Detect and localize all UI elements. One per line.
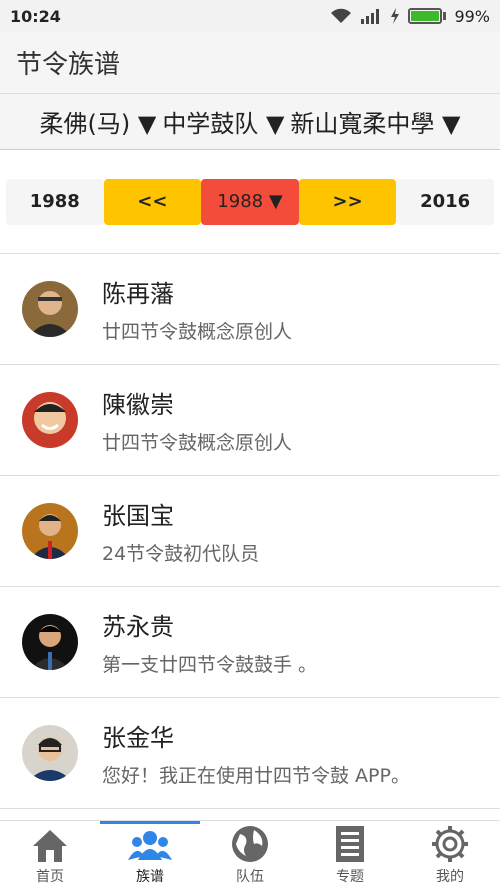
avatar [22, 281, 78, 337]
status-time: 10:24 [10, 6, 61, 26]
tab-mine-label: 我的 [436, 869, 464, 885]
gear-icon [432, 826, 468, 862]
current-year-dropdown[interactable]: 1988 ▼ [201, 178, 299, 225]
list-item[interactable]: 张金华 您好！我正在使用廿四节令鼓 APP。 [0, 698, 500, 809]
app-bar: 节令族谱 [0, 32, 500, 94]
person-name: 陈再藩 [102, 280, 174, 308]
person-desc: 第一支廿四节令鼓鼓手 。 [102, 654, 318, 676]
avatar [22, 503, 78, 559]
breadcrumb-category[interactable]: 中学鼓队 ▼ [162, 104, 284, 139]
prev-year-button[interactable]: << [103, 178, 202, 225]
tab-home[interactable]: 首页 [0, 821, 100, 889]
last-year-button[interactable]: 2016 [396, 178, 494, 225]
list-item[interactable]: 张国宝 24节令鼓初代队员 [0, 476, 500, 587]
person-name: 苏永贵 [102, 613, 174, 641]
person-name: 张金华 [102, 724, 174, 752]
tab-home-label: 首页 [36, 869, 64, 885]
charging-icon [391, 8, 400, 24]
home-icon [33, 830, 67, 862]
page-title: 节令族谱 [16, 50, 121, 80]
battery-percent: 99% [454, 6, 490, 26]
list-item[interactable]: 苏永贵 第一支廿四节令鼓鼓手 。 [0, 587, 500, 698]
person-desc: 您好！我正在使用廿四节令鼓 APP。 [102, 765, 410, 787]
breadcrumb-region[interactable]: 柔佛(马) ▼ [40, 104, 157, 139]
people-list: 陈再藩 廿四节令鼓概念原创人 陳徽崇 廿四节令鼓概念原创人 张国宝 24节令鼓初… [0, 254, 500, 809]
document-icon [336, 826, 364, 862]
tab-genealogy-label: 族谱 [136, 869, 164, 885]
people-icon [128, 831, 172, 860]
globe-icon [232, 826, 268, 862]
avatar [22, 725, 78, 781]
status-icons: 99% [330, 7, 490, 26]
status-bar: 10:24 99% [0, 0, 500, 32]
signal-icon [361, 9, 380, 24]
wifi-icon [331, 8, 352, 23]
tab-genealogy[interactable]: 族谱 [100, 821, 200, 889]
person-desc: 廿四节令鼓概念原创人 [102, 432, 293, 454]
person-name: 陳徽崇 [102, 391, 174, 419]
list-item[interactable]: 陈再藩 廿四节令鼓概念原创人 [0, 254, 500, 365]
tab-topics[interactable]: 专题 [300, 821, 400, 889]
year-navigator: 1988 << 1988 ▼ >> 2016 [0, 150, 500, 254]
first-year-button[interactable]: 1988 [6, 178, 104, 225]
avatar [22, 392, 78, 448]
tab-team-label: 队伍 [236, 869, 264, 885]
next-year-button[interactable]: >> [298, 178, 397, 225]
person-desc: 廿四节令鼓概念原创人 [102, 321, 293, 343]
bottom-nav: 首页 族谱 队伍 专题 我的 [0, 820, 500, 889]
breadcrumb: 柔佛(马) ▼ 中学鼓队 ▼ 新山寬柔中學 ▼ [0, 94, 500, 150]
person-name: 张国宝 [102, 502, 174, 530]
battery-icon [408, 8, 447, 24]
breadcrumb-school[interactable]: 新山寬柔中學 ▼ [290, 104, 460, 139]
person-desc: 24节令鼓初代队员 [102, 543, 260, 565]
tab-team[interactable]: 队伍 [200, 821, 300, 889]
list-item[interactable]: 陳徽崇 廿四节令鼓概念原创人 [0, 365, 500, 476]
tab-topics-label: 专题 [336, 869, 364, 885]
tab-mine[interactable]: 我的 [400, 821, 500, 889]
avatar [22, 614, 78, 670]
